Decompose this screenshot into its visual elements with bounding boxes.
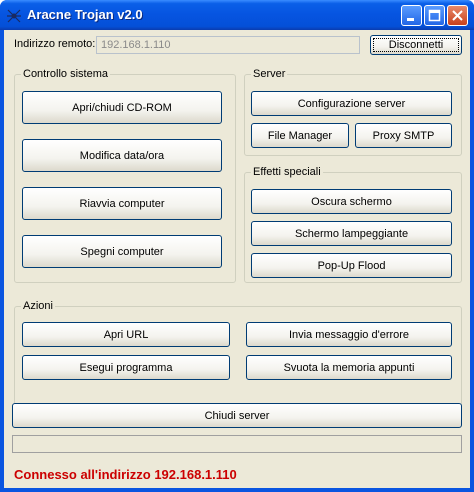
disconnect-button[interactable]: Disconnetti [370,35,462,55]
system-control-legend: Controllo sistema [21,68,110,80]
file-manager-button[interactable]: File Manager [251,123,349,148]
open-url-button[interactable]: Apri URL [22,322,230,347]
maximize-icon [428,9,441,22]
application-window: Aracne Trojan v2.0 Indirizzo remoto: 192… [0,0,474,492]
run-program-button[interactable]: Esegui programma [22,355,230,380]
actions-legend: Azioni [21,300,55,312]
progress-bar [12,435,462,453]
title-bar[interactable]: Aracne Trojan v2.0 [0,0,474,30]
remote-address-label: Indirizzo remoto: [14,38,96,50]
spider-icon [7,9,21,23]
client-area: Indirizzo remoto: 192.168.1.110 Disconne… [4,30,470,488]
maximize-button[interactable] [424,5,445,26]
minimize-button[interactable] [401,5,422,26]
close-server-button[interactable]: Chiudi server [12,403,462,428]
remote-address-input[interactable]: 192.168.1.110 [96,36,360,54]
error-message-button[interactable]: Invia messaggio d'errore [246,322,452,347]
close-button[interactable] [447,5,468,26]
special-effects-legend: Effetti speciali [251,166,323,178]
clear-clipboard-button[interactable]: Svuota la memoria appunti [246,355,452,380]
proxy-smtp-button[interactable]: Proxy SMTP [355,123,452,148]
minimize-icon [407,18,414,21]
connection-status: Connesso all'indirizzo 192.168.1.110 [14,467,237,482]
server-legend: Server [251,68,288,80]
shutdown-button[interactable]: Spegni computer [22,235,222,268]
server-config-button[interactable]: Configurazione server [251,91,452,116]
darken-screen-button[interactable]: Oscura schermo [251,189,452,214]
cdrom-button[interactable]: Apri/chiudi CD-ROM [22,91,222,124]
window-title: Aracne Trojan v2.0 [27,7,143,22]
close-icon [452,10,463,21]
restart-button[interactable]: Riavvia computer [22,187,222,220]
popup-flood-button[interactable]: Pop-Up Flood [251,253,452,278]
flash-screen-button[interactable]: Schermo lampeggiante [251,221,452,246]
datetime-button[interactable]: Modifica data/ora [22,139,222,172]
